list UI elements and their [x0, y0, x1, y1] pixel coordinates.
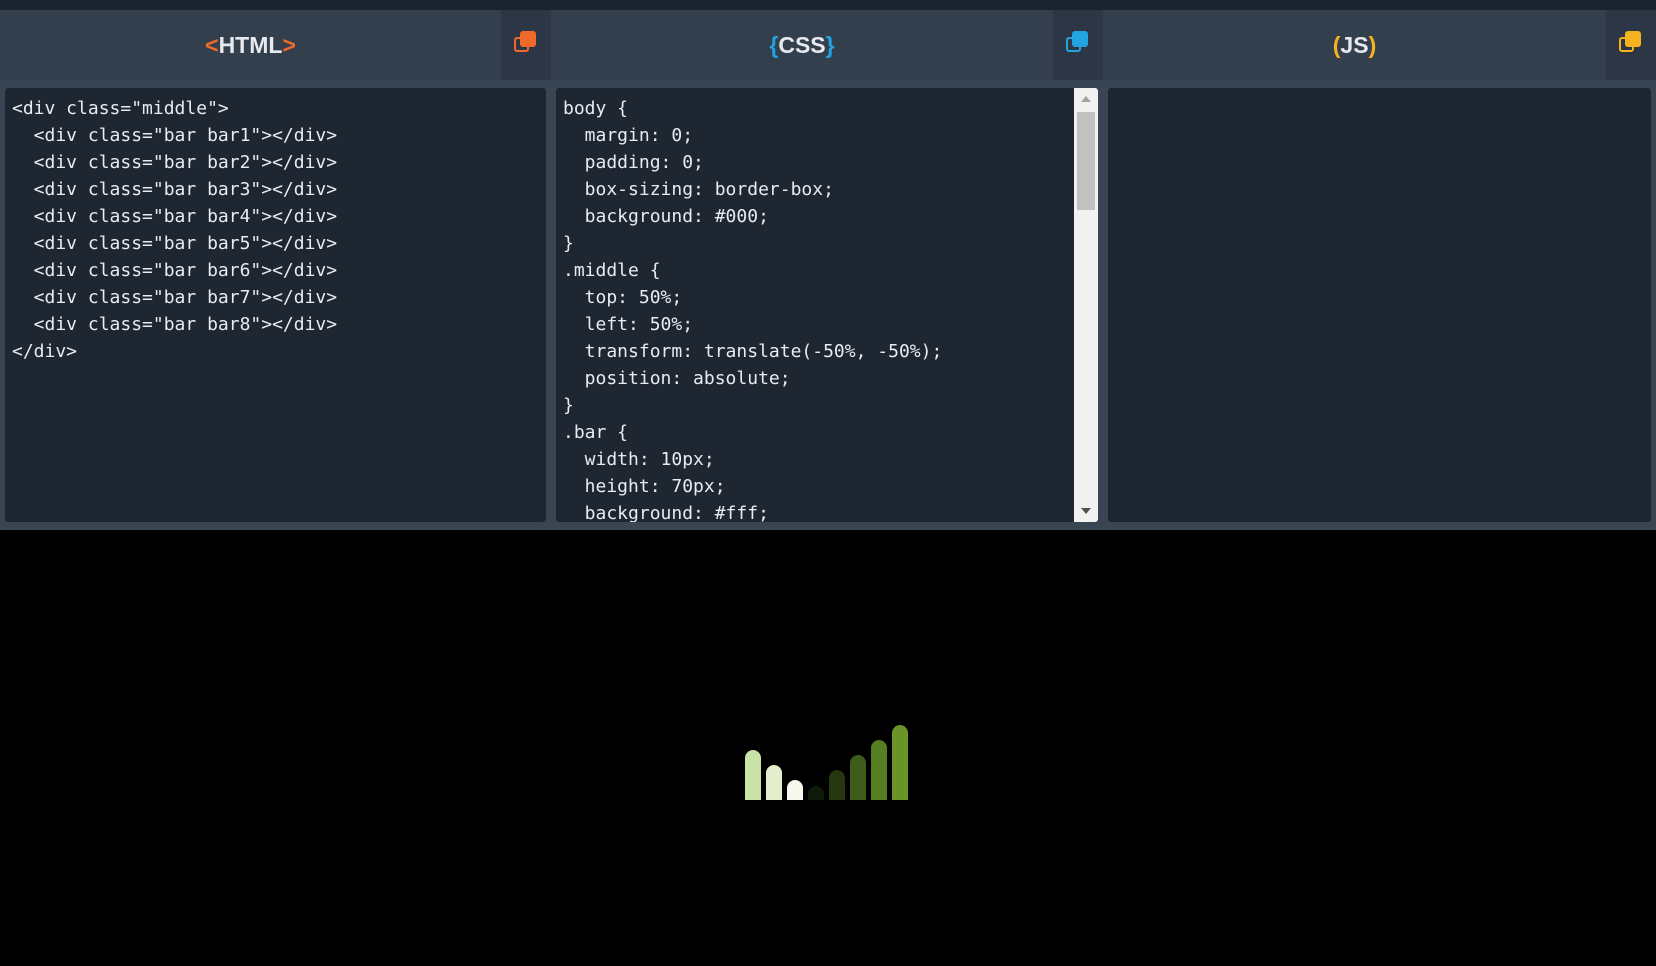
- scroll-up-arrow-icon[interactable]: [1081, 96, 1091, 102]
- html-title-bracket-close: >: [282, 32, 296, 58]
- html-panel-header: <HTML>: [0, 10, 551, 80]
- loader-bar: [892, 725, 908, 800]
- html-code-editor[interactable]: <div class="middle"> <div class="bar bar…: [5, 88, 546, 522]
- js-panel-title: (JS): [1103, 10, 1606, 80]
- loader-bar: [787, 780, 803, 800]
- css-panel: {CSS} body { margin: 0; padding: 0; box-…: [551, 10, 1103, 530]
- loader-bar: [745, 750, 761, 800]
- html-code[interactable]: <div class="middle"> <div class="bar bar…: [5, 88, 546, 372]
- js-title-text: JS: [1340, 32, 1369, 58]
- loader-bar: [766, 765, 782, 800]
- css-title-bracket-close: }: [825, 32, 835, 58]
- editor-area: <HTML> <div class="middle"> <div class="…: [0, 10, 1656, 530]
- loader-bar: [808, 786, 824, 800]
- html-title-text: HTML: [218, 32, 283, 58]
- html-title-bracket-open: <: [205, 32, 219, 58]
- loader-bar: [871, 740, 887, 800]
- js-code-editor[interactable]: [1108, 88, 1651, 522]
- css-title-bracket-open: {: [769, 32, 779, 58]
- scrollbar-thumb[interactable]: [1077, 112, 1095, 210]
- js-panel-header: (JS): [1103, 10, 1656, 80]
- result-preview: [0, 530, 1656, 966]
- html-panel: <HTML> <div class="middle"> <div class="…: [0, 10, 551, 530]
- top-strip: [0, 0, 1656, 10]
- js-code[interactable]: [1108, 88, 1651, 102]
- css-panel-header: {CSS}: [551, 10, 1103, 80]
- loader-bar: [829, 770, 845, 800]
- loader-bars: [745, 720, 915, 800]
- css-code[interactable]: body { margin: 0; padding: 0; box-sizing…: [556, 88, 1098, 522]
- html-copy-button[interactable]: [501, 10, 551, 80]
- css-title-text: CSS: [778, 32, 826, 58]
- js-title-bracket-close: ): [1368, 32, 1377, 58]
- css-code-editor[interactable]: body { margin: 0; padding: 0; box-sizing…: [556, 88, 1098, 522]
- js-panel: (JS): [1103, 10, 1656, 530]
- loader-bar: [850, 755, 866, 800]
- html-panel-title: <HTML>: [0, 10, 501, 80]
- js-copy-button[interactable]: [1606, 10, 1656, 80]
- css-panel-title: {CSS}: [551, 10, 1053, 80]
- css-scrollbar[interactable]: [1074, 88, 1098, 522]
- scroll-down-arrow-icon[interactable]: [1081, 508, 1091, 514]
- css-copy-button[interactable]: [1053, 10, 1103, 80]
